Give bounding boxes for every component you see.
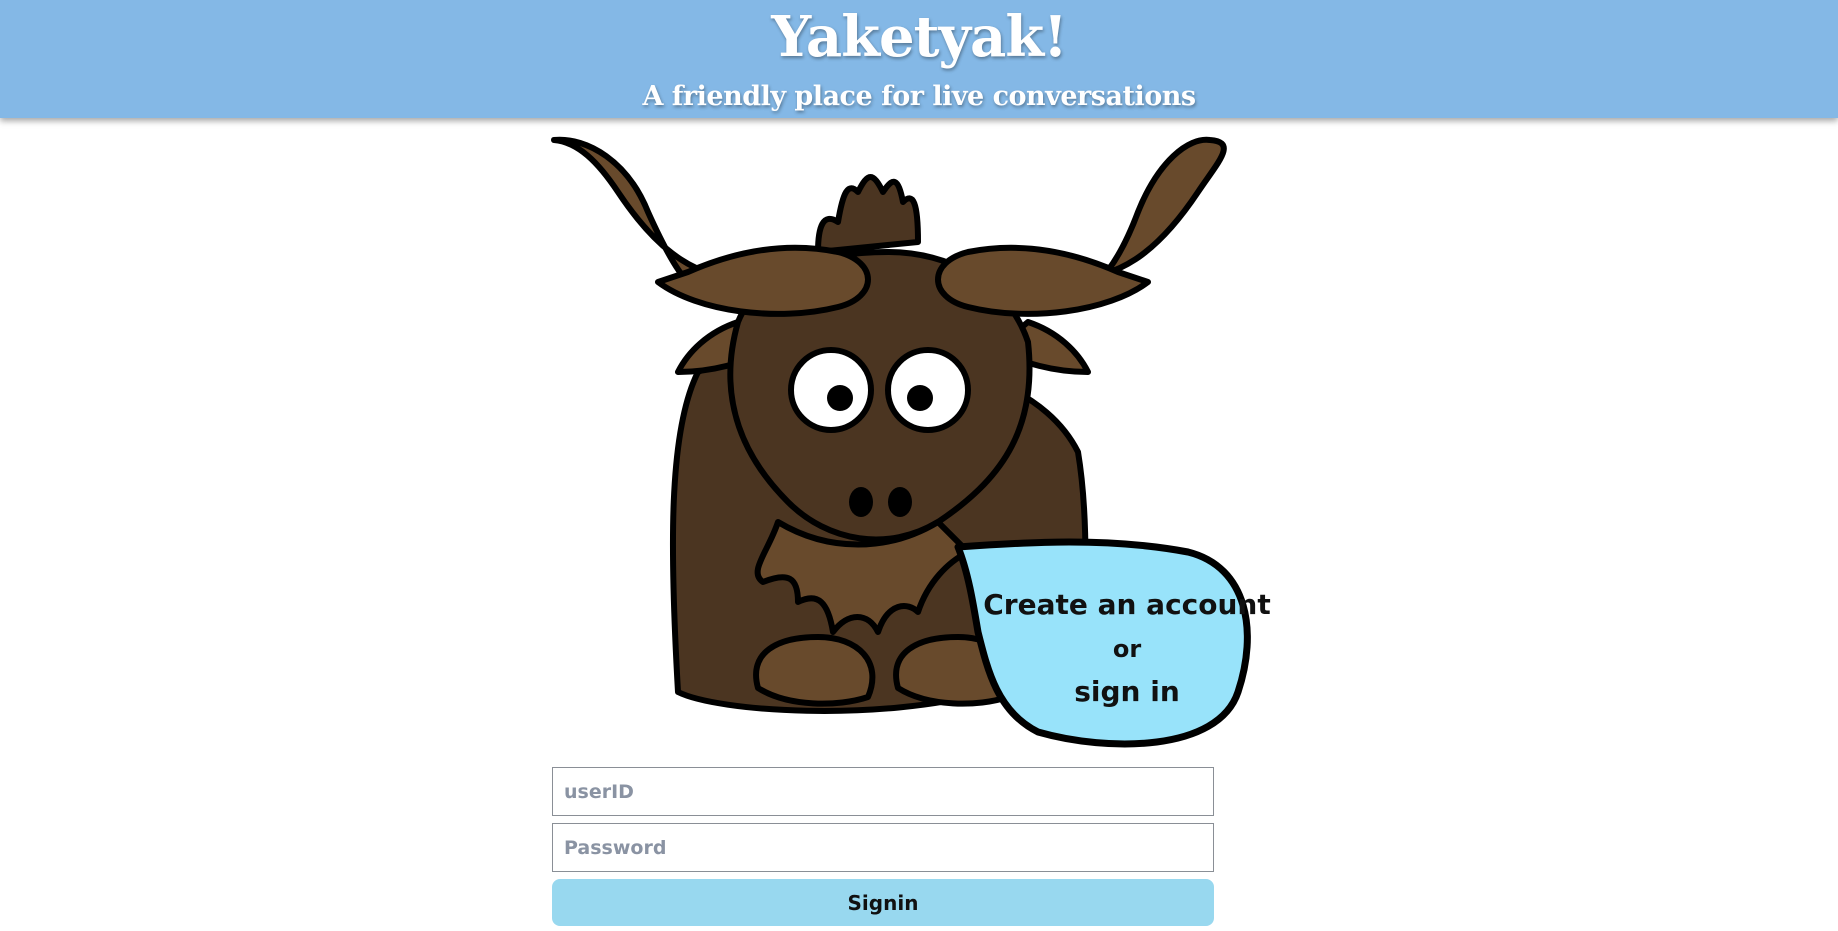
password-input[interactable] <box>552 823 1214 872</box>
left-horn-base <box>655 244 871 317</box>
right-nostril <box>888 487 912 517</box>
left-pupil <box>827 385 853 411</box>
signin-button[interactable]: Signin <box>552 879 1214 926</box>
right-pupil <box>907 385 933 411</box>
bubble-line-create-account: Create an account <box>983 588 1271 621</box>
login-form: Signin <box>552 767 1214 926</box>
site-subtitle: A friendly place for live conversations <box>642 81 1196 112</box>
bubble-line-sign-in: sign in <box>1074 675 1180 708</box>
head-tuft <box>815 174 921 255</box>
site-title: Yaketyak! <box>771 4 1067 70</box>
left-hoof <box>753 634 876 707</box>
left-nostril <box>849 487 873 517</box>
speech-bubble-text: Create an account or sign in <box>968 582 1286 714</box>
bubble-line-or: or <box>1112 635 1142 663</box>
userid-input[interactable] <box>552 767 1214 816</box>
site-header: Yaketyak! A friendly place for live conv… <box>0 0 1838 118</box>
